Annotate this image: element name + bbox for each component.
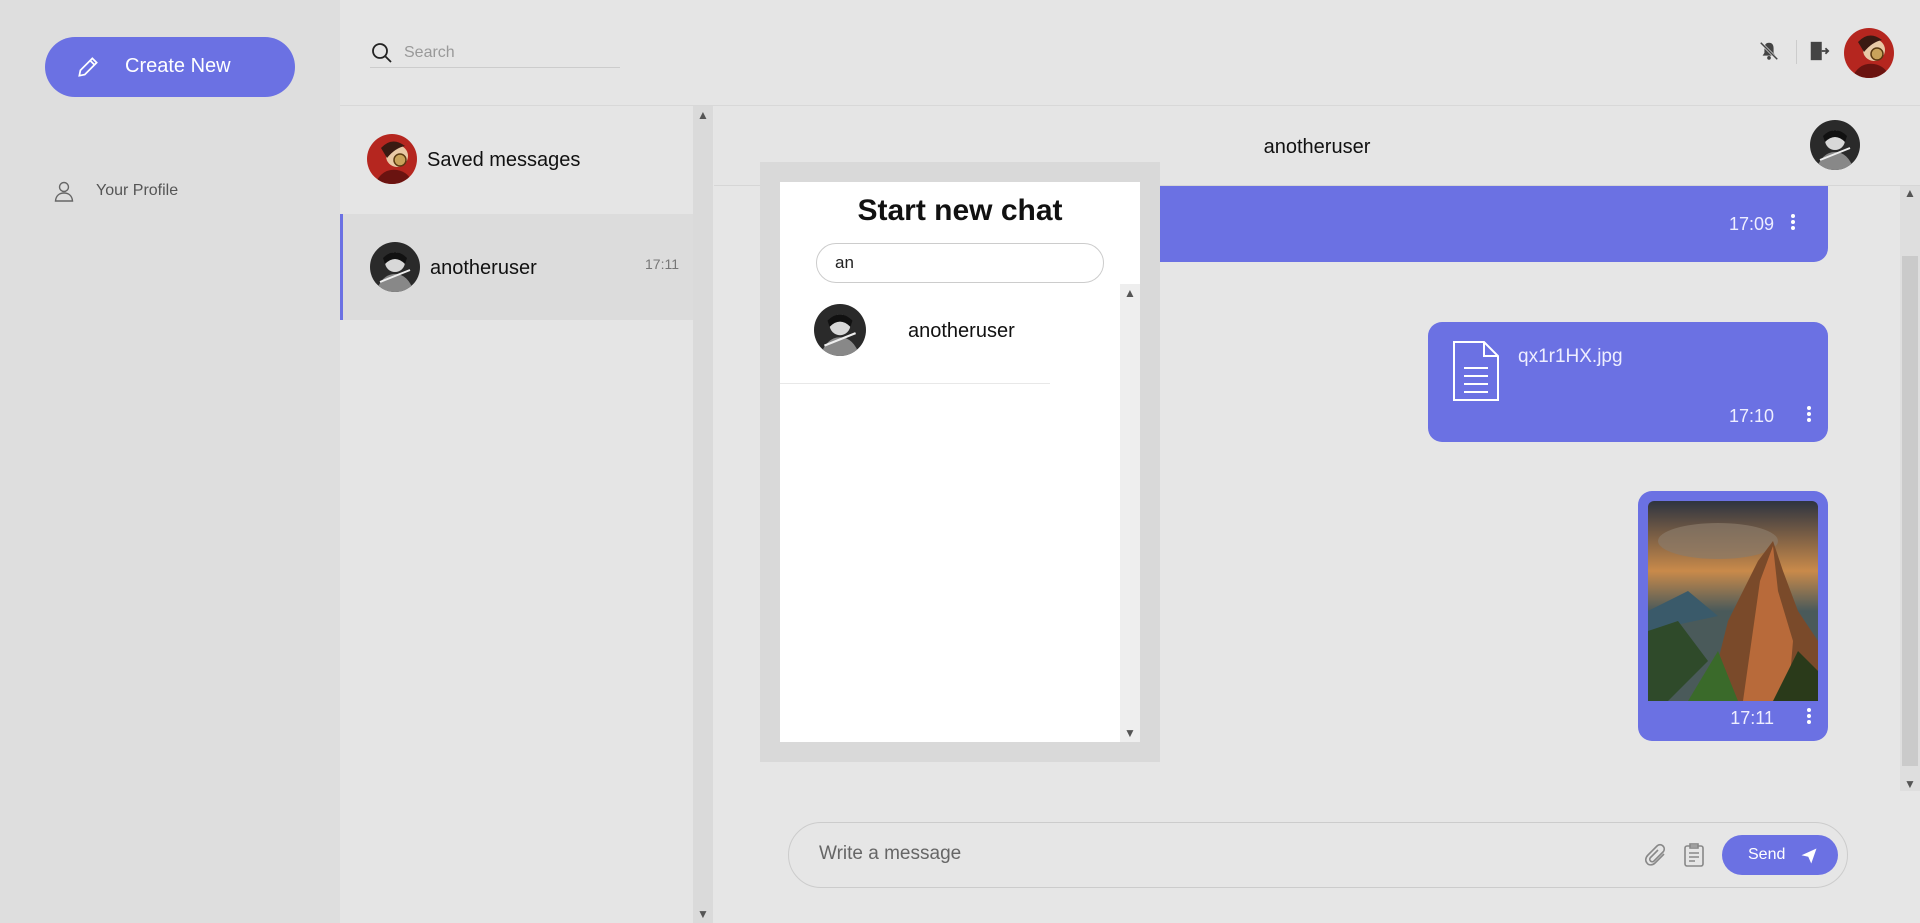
- chat-avatar[interactable]: [1810, 120, 1860, 170]
- user-search-input[interactable]: [816, 243, 1104, 283]
- search-box: [370, 38, 620, 68]
- scroll-down-arrow[interactable]: ▼: [1120, 726, 1140, 740]
- avatar: [370, 242, 420, 292]
- create-new-label: Create New: [125, 55, 231, 77]
- search-input[interactable]: [404, 43, 604, 62]
- user-name: anotheruser: [908, 320, 1015, 342]
- user-result-anotheruser[interactable]: anotheruser: [780, 284, 1050, 384]
- scroll-up-arrow[interactable]: ▲: [1120, 286, 1140, 300]
- divider: [1796, 40, 1797, 64]
- logout-icon[interactable]: [1808, 40, 1830, 62]
- message-time: 17:10: [1728, 406, 1774, 426]
- message-composer: Send: [788, 822, 1848, 888]
- top-bar: [340, 0, 1920, 106]
- scroll-thumb[interactable]: [1902, 256, 1918, 766]
- user-icon: [54, 181, 74, 202]
- message-input[interactable]: [819, 843, 1619, 865]
- scroll-up-arrow[interactable]: ▲: [1900, 186, 1920, 200]
- message-time: 17:09: [1728, 214, 1774, 234]
- chat-list-scrollbar[interactable]: ▲ ▼: [693, 106, 713, 923]
- chat-title: anotheruser: [1263, 136, 1371, 158]
- chat-item-saved-messages[interactable]: Saved messages: [340, 106, 694, 212]
- scroll-up-arrow[interactable]: ▲: [693, 108, 713, 122]
- search-icon: [372, 42, 392, 63]
- notifications-off-icon[interactable]: [1758, 40, 1780, 62]
- message-bubble-file: qx1r1HX.jpg 17:10: [1428, 322, 1828, 442]
- chat-name: Saved messages: [427, 149, 581, 171]
- file-name[interactable]: qx1r1HX.jpg: [1518, 346, 1623, 368]
- send-icon: [1801, 848, 1817, 864]
- message-menu-icon[interactable]: [1788, 212, 1798, 234]
- chat-item-anotheruser[interactable]: anotheruser 17:11: [340, 214, 694, 320]
- chat-name: anotheruser: [430, 257, 537, 279]
- message-bubble: 17:09: [1054, 186, 1828, 262]
- message-menu-icon[interactable]: [1804, 706, 1814, 728]
- modal-scrollbar[interactable]: ▲ ▼: [1120, 284, 1140, 742]
- new-chat-modal: Start new chat anotheruser ▲ ▼: [760, 162, 1160, 762]
- send-label: Send: [1748, 846, 1786, 863]
- left-sidebar: Create New Your Profile: [0, 0, 340, 923]
- scroll-down-arrow[interactable]: ▼: [693, 907, 713, 921]
- user-results-list: anotheruser: [780, 284, 1120, 742]
- modal-title: Start new chat: [857, 194, 1063, 227]
- pencil-icon: [78, 57, 98, 77]
- photo-image[interactable]: [1648, 501, 1818, 701]
- your-profile-link[interactable]: Your Profile: [52, 176, 178, 206]
- message-menu-icon[interactable]: [1804, 404, 1814, 426]
- send-button[interactable]: Send: [1722, 835, 1838, 875]
- chat-list: Saved messages anotheruser 17:11 ▲ ▼: [340, 106, 713, 923]
- chat-time: 17:11: [645, 256, 679, 272]
- create-new-button[interactable]: Create New: [45, 37, 295, 97]
- message-scrollbar[interactable]: ▲ ▼: [1900, 186, 1920, 791]
- new-chat-dialog: Start new chat anotheruser ▲ ▼: [780, 182, 1140, 742]
- paperclip-icon[interactable]: [1644, 843, 1668, 867]
- scroll-down-arrow[interactable]: ▼: [1900, 777, 1920, 791]
- file-icon[interactable]: [1452, 340, 1500, 402]
- your-profile-label: Your Profile: [96, 182, 179, 199]
- avatar: [814, 304, 866, 356]
- avatar: [367, 134, 417, 184]
- user-avatar[interactable]: [1844, 28, 1894, 78]
- clipboard-icon[interactable]: [1683, 843, 1705, 867]
- message-time: 17:11: [1730, 708, 1774, 728]
- message-bubble-image: 17:11: [1638, 491, 1828, 741]
